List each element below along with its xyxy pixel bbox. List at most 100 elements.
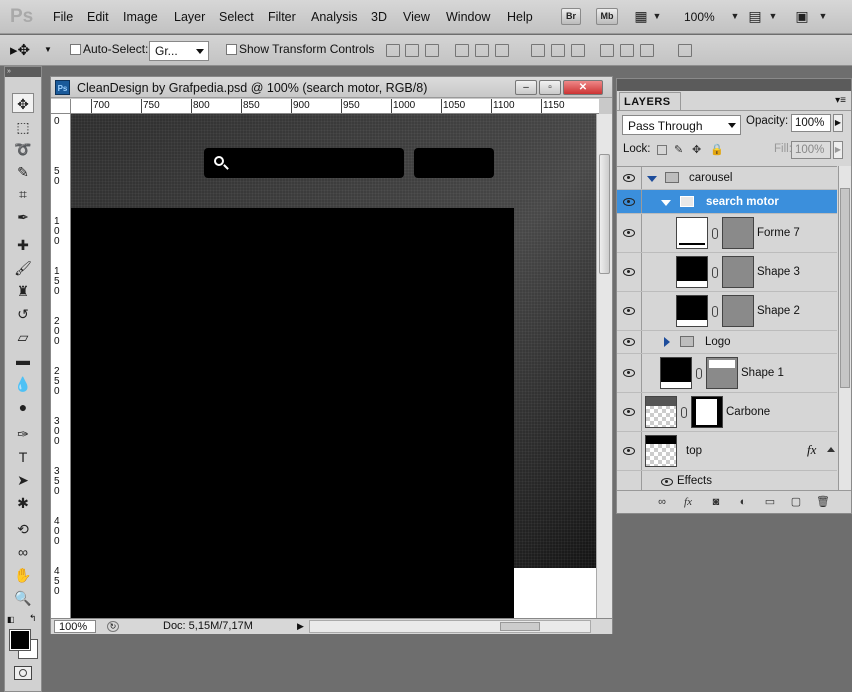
visibility-eye-icon[interactable] — [623, 338, 635, 346]
horizontal-scrollbar[interactable] — [309, 620, 591, 633]
ruler-origin[interactable] — [51, 99, 71, 114]
new-layer-icon[interactable]: ▢ — [789, 496, 803, 509]
trash-icon[interactable]: 🗑 — [816, 496, 830, 509]
link-chain-icon[interactable] — [712, 306, 718, 317]
link-chain-icon[interactable] — [681, 407, 687, 418]
marquee-tool-icon[interactable]: ⬚ — [12, 117, 34, 137]
quick-mask-icon[interactable] — [14, 666, 32, 680]
eyedropper-tool-icon[interactable]: ✒ — [12, 207, 34, 227]
layer-row-search-motor[interactable]: search motor — [617, 190, 837, 214]
chevron-down-icon[interactable]: ▼ — [726, 7, 744, 25]
distribute-bottom-icon[interactable] — [571, 44, 585, 57]
fill-field[interactable]: 100% — [791, 141, 831, 159]
3d-rotate-tool-icon[interactable]: ⟲ — [12, 519, 34, 539]
white-shape[interactable] — [514, 568, 596, 619]
align-right-icon[interactable] — [495, 44, 509, 57]
align-hcenter-icon[interactable] — [475, 44, 489, 57]
3d-orbit-tool-icon[interactable]: ∞ — [12, 542, 34, 562]
layer-row-carbone[interactable]: Carbone — [617, 393, 837, 432]
eraser-tool-icon[interactable]: ▱ — [12, 327, 34, 347]
menu-view[interactable]: View — [403, 10, 430, 24]
align-top-icon[interactable] — [386, 44, 400, 57]
visibility-eye-icon[interactable] — [623, 408, 635, 416]
visibility-eye-icon[interactable] — [623, 198, 635, 206]
align-bottom-icon[interactable] — [425, 44, 439, 57]
chevron-down-icon[interactable]: ▼ — [814, 7, 832, 25]
adjustment-layer-icon[interactable]: ◐ — [736, 496, 750, 509]
dodge-tool-icon[interactable]: ● — [12, 397, 34, 417]
history-brush-tool-icon[interactable]: ↺ — [12, 304, 34, 324]
auto-select-dropdown[interactable]: Gr... — [149, 41, 209, 61]
lock-transparency-icon[interactable] — [657, 145, 667, 155]
visibility-eye-icon[interactable] — [623, 369, 635, 377]
collapse-effects-icon[interactable] — [827, 447, 835, 452]
lasso-tool-icon[interactable]: ➰ — [12, 139, 34, 159]
menu-window[interactable]: Window — [446, 10, 490, 24]
vertical-scrollbar[interactable] — [596, 114, 612, 619]
link-chain-icon[interactable] — [696, 368, 702, 379]
status-menu-arrow-icon[interactable]: ▶ — [297, 621, 304, 632]
blur-tool-icon[interactable]: 💧 — [12, 374, 34, 394]
status-info-icon[interactable]: ↻ — [107, 621, 119, 632]
default-colors-icon[interactable]: ◧ — [7, 615, 15, 624]
shape-tool-icon[interactable]: ✱ — [12, 493, 34, 513]
opacity-arrow-icon[interactable]: ▶ — [833, 114, 843, 132]
menu-image[interactable]: Image — [123, 10, 158, 24]
visibility-eye-icon[interactable] — [623, 307, 635, 315]
expand-triangle-icon[interactable] — [661, 200, 671, 206]
menu-analysis[interactable]: Analysis — [311, 10, 358, 24]
layer-row-effects[interactable]: Effects — [617, 471, 837, 490]
fill-arrow-icon[interactable]: ▶ — [833, 141, 843, 159]
scroll-thumb[interactable] — [599, 154, 610, 274]
menu-3d[interactable]: 3D — [371, 10, 387, 24]
chevron-down-icon[interactable]: ▼ — [648, 7, 666, 25]
visibility-eye-icon[interactable] — [623, 174, 635, 182]
scroll-thumb[interactable] — [500, 622, 540, 631]
opacity-field[interactable]: 100% — [791, 114, 831, 132]
visibility-eye-icon[interactable] — [623, 268, 635, 276]
bridge-button[interactable]: Br — [561, 8, 581, 25]
chevron-down-icon[interactable]: ▼ — [764, 7, 782, 25]
link-chain-icon[interactable] — [712, 228, 718, 239]
collapse-triangle-icon[interactable] — [664, 337, 670, 347]
quick-selection-tool-icon[interactable]: ✎ — [12, 162, 34, 182]
distribute-top-icon[interactable] — [531, 44, 545, 57]
layer-row-shape-3[interactable]: Shape 3 — [617, 253, 837, 292]
horizontal-ruler[interactable]: 700 750 800 850 900 950 1000 1050 1100 1… — [71, 99, 599, 114]
menu-filter[interactable]: Filter — [268, 10, 296, 24]
visibility-eye-icon[interactable] — [661, 478, 673, 486]
align-vcenter-icon[interactable] — [405, 44, 419, 57]
lock-pixels-icon[interactable]: ✎ — [674, 144, 686, 156]
lock-all-icon[interactable]: 🔒 — [710, 144, 724, 156]
healing-brush-tool-icon[interactable]: ✚ — [12, 235, 34, 255]
close-button[interactable]: ✕ — [563, 80, 603, 95]
panel-menu-icon[interactable]: ▾≡ — [835, 95, 846, 106]
zoom-tool-icon[interactable]: 🔍 — [12, 588, 34, 608]
layer-row-carousel[interactable]: carousel — [617, 167, 837, 190]
distribute-right-icon[interactable] — [640, 44, 654, 57]
show-transform-checkbox[interactable] — [226, 44, 237, 55]
menu-help[interactable]: Help — [507, 10, 533, 24]
carousel-shape[interactable] — [71, 208, 514, 619]
hand-tool-icon[interactable]: ✋ — [12, 565, 34, 585]
align-left-icon[interactable] — [455, 44, 469, 57]
add-style-icon[interactable]: fx — [681, 496, 695, 509]
document-canvas[interactable] — [71, 114, 596, 619]
path-selection-tool-icon[interactable]: ➤ — [12, 470, 34, 490]
foreground-color-swatch[interactable] — [9, 629, 31, 651]
expand-triangle-icon[interactable] — [647, 176, 657, 182]
tab-layers[interactable]: LAYERS — [619, 92, 681, 110]
distribute-vcenter-icon[interactable] — [551, 44, 565, 57]
mini-bridge-button[interactable]: Mb — [596, 8, 618, 25]
lock-position-icon[interactable]: ✥ — [692, 144, 704, 156]
menu-file[interactable]: File — [53, 10, 73, 24]
scroll-thumb[interactable] — [840, 188, 850, 388]
new-group-icon[interactable]: ▭ — [763, 496, 777, 509]
type-tool-icon[interactable]: T — [12, 447, 34, 467]
add-mask-icon[interactable]: ◙ — [709, 496, 723, 509]
minimize-button[interactable]: ‒ — [515, 80, 537, 95]
screen-mode-icon[interactable]: ▣ — [793, 7, 811, 25]
layer-row-top[interactable]: top fx — [617, 432, 837, 471]
document-title-bar[interactable]: Ps CleanDesign by Grafpedia.psd @ 100% (… — [51, 77, 612, 98]
pen-tool-icon[interactable]: ✑ — [12, 424, 34, 444]
